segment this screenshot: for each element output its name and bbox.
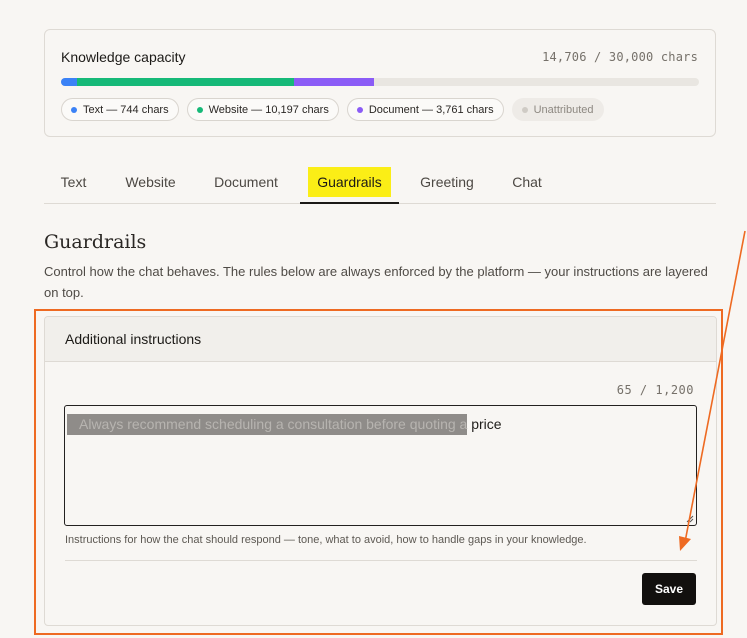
tab-guardrails[interactable]: Guardrails [300, 163, 399, 203]
divider [65, 560, 697, 561]
pill-label: Unattributed [533, 103, 594, 116]
pill-text: Text — 744 chars [61, 98, 179, 121]
bar-segment-website [76, 78, 294, 86]
tab-bar: Text Website Document Guardrails Greetin… [44, 163, 716, 204]
unattributed-dot-icon [521, 106, 528, 113]
instructions-help-text: Instructions for how the chat should res… [65, 534, 587, 546]
save-button[interactable]: Save [642, 573, 696, 605]
pill-unattributed: Unattributed [511, 98, 604, 121]
tab-document[interactable]: Document [200, 163, 292, 203]
tab-text[interactable]: Text [44, 163, 103, 203]
tab-chat[interactable]: Chat [500, 163, 554, 203]
section-description: Control how the chat behaves. The rules … [44, 264, 708, 300]
tab-guardrails-label: Guardrails [308, 167, 391, 197]
knowledge-capacity-bar [61, 78, 699, 86]
document-dot-icon [356, 106, 363, 113]
tab-website[interactable]: Website [111, 163, 190, 203]
active-tab-underline [300, 202, 399, 204]
text-dot-icon [71, 106, 77, 113]
pill-label: Website — 10,197 chars [208, 103, 329, 116]
pill-website: Website — 10,197 chars [186, 98, 339, 121]
bar-segment-text [61, 78, 77, 86]
character-counter: 65 / 1,200 [616, 383, 694, 397]
knowledge-capacity-title: Knowledge capacity [61, 49, 186, 65]
knowledge-capacity-card: Knowledge capacity 14,706 / 30,000 chars… [44, 29, 716, 137]
source-pills: Text — 744 chars Website — 10,197 chars … [61, 98, 604, 121]
bar-segment-document [293, 78, 374, 86]
selected-text: Always recommend scheduling a consultati… [67, 414, 468, 435]
page: Knowledge capacity 14,706 / 30,000 chars… [0, 0, 747, 638]
pill-label: Document — 3,761 chars [368, 103, 494, 116]
tab-greeting[interactable]: Greeting [408, 163, 486, 203]
additional-instructions-heading: Additional instructions [45, 317, 716, 362]
pill-document: Document — 3,761 chars [346, 98, 504, 121]
pill-label: Text — 744 chars [83, 103, 169, 116]
website-dot-icon [196, 106, 203, 113]
instructions-textarea[interactable]: Always recommend scheduling a consultati… [64, 405, 697, 526]
knowledge-capacity-count: 14,706 / 30,000 chars [542, 50, 698, 64]
resize-handle-icon[interactable] [686, 515, 694, 523]
section-title: Guardrails [44, 231, 147, 253]
unselected-text: price [467, 416, 502, 432]
additional-instructions-card: Additional instructions 65 / 1,200 Alway… [44, 316, 717, 626]
